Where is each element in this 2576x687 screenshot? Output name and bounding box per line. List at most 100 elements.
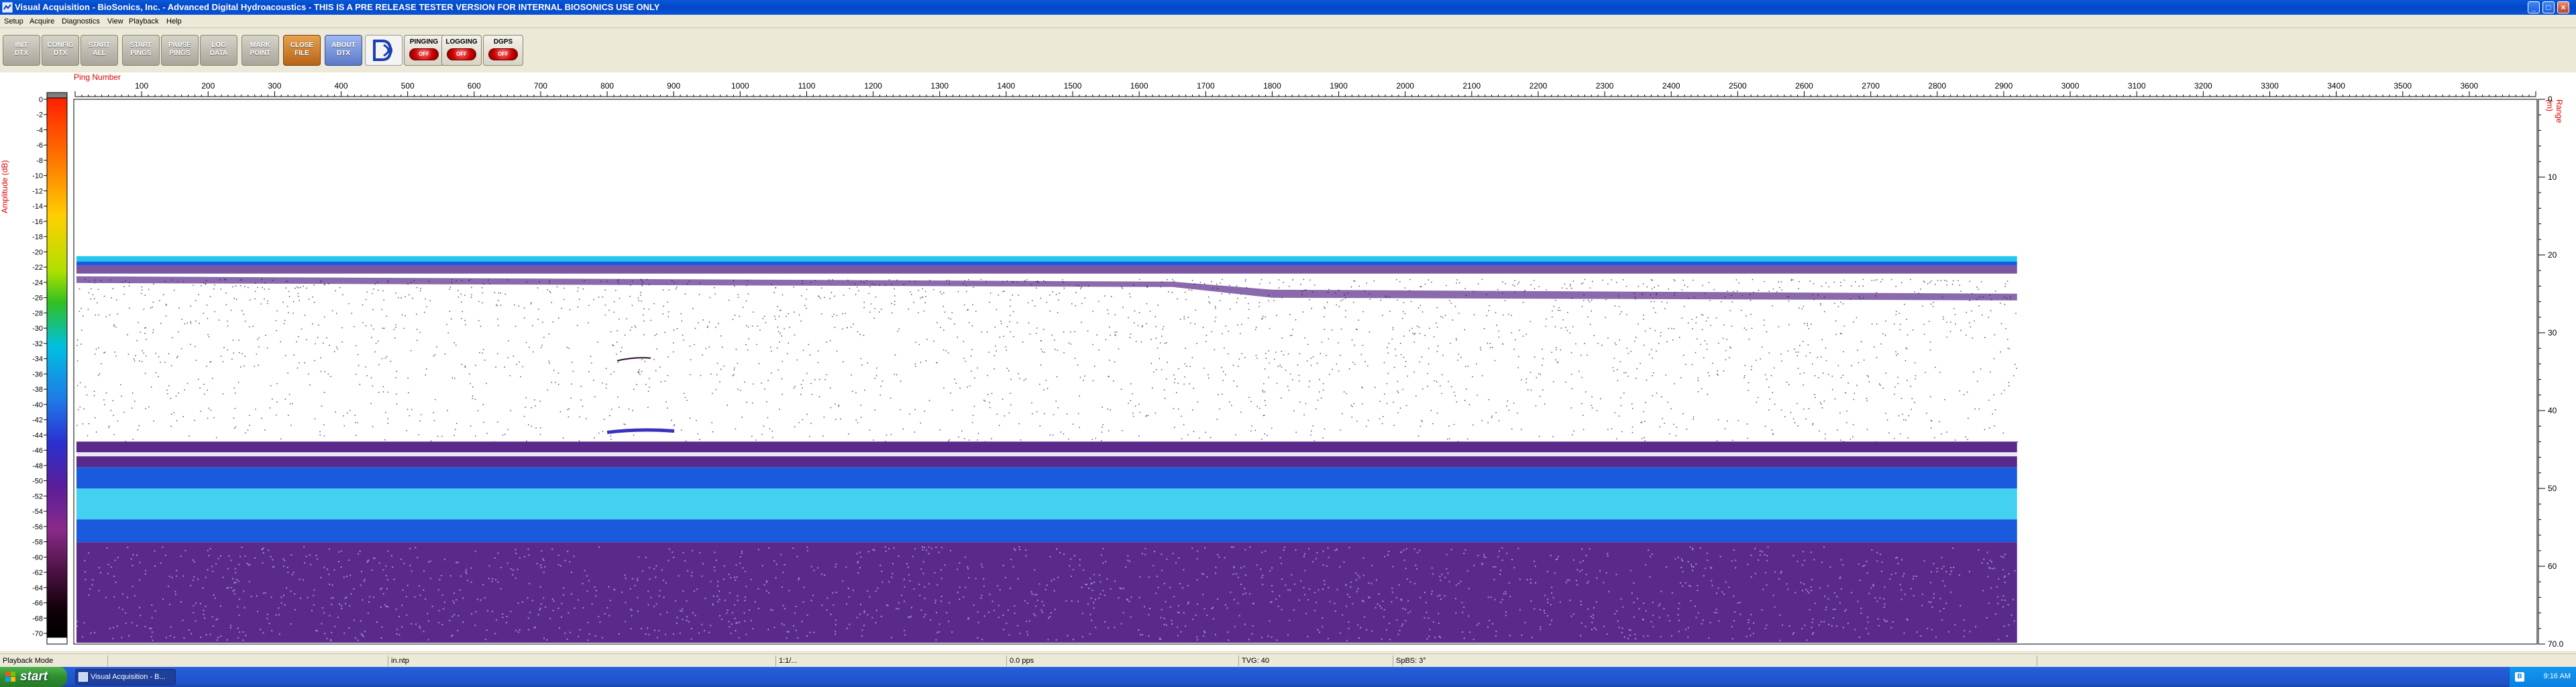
button-label: PINGS bbox=[169, 50, 191, 57]
log-data-button[interactable]: LOG DATA bbox=[200, 35, 237, 66]
status-units: in.ntp bbox=[388, 655, 775, 666]
surface-echo-band bbox=[76, 261, 2017, 266]
button-label: FILE bbox=[294, 50, 309, 57]
ping-tick-label: 1000 bbox=[731, 81, 749, 91]
button-label: CONFIG bbox=[47, 42, 74, 49]
minimize-button[interactable]: _ bbox=[2528, 1, 2540, 13]
ping-tick-label: 2900 bbox=[1995, 81, 2013, 91]
title-bar: Visual Acquisition - BioSonics, Inc. - A… bbox=[0, 0, 2576, 15]
menu-view[interactable]: View bbox=[107, 17, 123, 25]
amplitude-tick-label: -8 bbox=[36, 157, 43, 165]
ping-tick-label: 1500 bbox=[1064, 81, 1082, 91]
range-tick-label: 30 bbox=[2548, 328, 2557, 337]
mark-point-button[interactable]: MARK POINT bbox=[241, 35, 279, 66]
tray-app-icon[interactable]: B bbox=[2515, 672, 2524, 682]
range-tick-label: 20 bbox=[2548, 250, 2557, 260]
ping-tick-label: 2200 bbox=[1529, 81, 1548, 91]
close-file-button[interactable]: CLOSE FILE bbox=[283, 35, 321, 66]
pinging-indicator: PINGING OFF bbox=[404, 35, 444, 66]
amplitude-tick-label: -34 bbox=[32, 356, 43, 364]
echogram-chart[interactable]: 0 -2 -4 -6 -8 -10 -12 -14 -16 -18 -20 -22 -24 -26 -28 -… bbox=[0, 72, 2576, 651]
ping-tick-label: 1300 bbox=[930, 81, 949, 91]
close-window-button[interactable]: × bbox=[2557, 1, 2569, 13]
ping-tick-label: 3000 bbox=[2061, 81, 2080, 91]
ping-tick-label: 3100 bbox=[2128, 81, 2146, 91]
ping-tick-label: 900 bbox=[667, 81, 680, 91]
echogram-panel: Ping Number Amplitude (dB) Range (m) 0 -2… bbox=[0, 72, 2576, 651]
indicator-state: OFF bbox=[419, 51, 429, 57]
ping-tick-label: 500 bbox=[401, 81, 415, 91]
amplitude-tick-label: -54 bbox=[32, 508, 43, 516]
color-scale-bar bbox=[46, 97, 68, 638]
sub-bottom-band bbox=[76, 519, 2017, 543]
button-label: INIT bbox=[15, 42, 28, 49]
amplitude-tick-label: -40 bbox=[32, 401, 43, 409]
ping-tick-label: 3400 bbox=[2327, 81, 2345, 91]
amplitude-tick-label: -16 bbox=[32, 218, 43, 226]
amplitude-tick-label: -56 bbox=[32, 523, 43, 531]
button-label: DTX bbox=[337, 50, 350, 57]
amplitude-tick-label: -14 bbox=[32, 203, 43, 211]
menu-setup[interactable]: Setup bbox=[4, 17, 23, 25]
start-button[interactable]: start bbox=[0, 667, 67, 687]
ping-tick-label: 3600 bbox=[2461, 81, 2479, 91]
menu-help[interactable]: Help bbox=[166, 17, 182, 25]
button-label: ABOUT bbox=[331, 42, 356, 49]
amplitude-tick-label: -66 bbox=[32, 600, 43, 608]
amplitude-tick-label: -36 bbox=[32, 370, 43, 378]
amplitude-tick-label: -70 bbox=[32, 630, 43, 638]
amplitude-tick-label: -2 bbox=[36, 111, 43, 119]
button-label: ALL bbox=[93, 50, 106, 57]
biosonics-logo-button[interactable] bbox=[365, 35, 402, 66]
ping-tick-label: 1900 bbox=[1330, 81, 1348, 91]
ping-tick-label: 1100 bbox=[798, 81, 816, 91]
status-spbs: SpBS: 3° bbox=[1393, 655, 2037, 666]
sub-bottom-band bbox=[76, 488, 2017, 520]
init-dtx-button[interactable]: INIT DTX bbox=[3, 35, 40, 66]
ping-tick-label: 1200 bbox=[864, 81, 882, 91]
menu-playback[interactable]: Playback bbox=[129, 17, 159, 25]
maximize-button[interactable]: □ bbox=[2542, 1, 2555, 13]
amplitude-tick-label: -52 bbox=[32, 492, 43, 500]
indicator-label: LOGGING bbox=[445, 38, 478, 46]
amplitude-tick-label: -58 bbox=[32, 539, 43, 547]
pause-pings-button[interactable]: PAUSE PINGS bbox=[161, 35, 199, 66]
range-tick-label: 10 bbox=[2548, 172, 2557, 182]
amplitude-tick-label: -60 bbox=[32, 553, 43, 562]
ping-tick-label: 1800 bbox=[1263, 81, 1281, 91]
taskbar-item-visual-acquisition[interactable]: Visual Acquisition - B... bbox=[75, 669, 176, 685]
bottom-echo-gap bbox=[76, 452, 2017, 457]
start-label: start bbox=[20, 670, 48, 684]
status-rate: 0.0 pps bbox=[1006, 655, 1238, 666]
button-label: DTX bbox=[54, 50, 67, 57]
ping-tick-label: 400 bbox=[335, 81, 348, 91]
bottom-echo-band bbox=[76, 456, 2017, 468]
amplitude-tick-label: -12 bbox=[32, 187, 43, 195]
bottom-echo-line bbox=[76, 441, 2017, 453]
range-tick-label: 60 bbox=[2548, 562, 2557, 571]
menu-acquire[interactable]: Acquire bbox=[30, 17, 54, 25]
ping-tick-label: 2700 bbox=[1862, 81, 1880, 91]
ping-tick-label: 2100 bbox=[1462, 81, 1481, 91]
amplitude-tick-label: -62 bbox=[32, 569, 43, 577]
ping-tick-label: 100 bbox=[135, 81, 148, 91]
start-all-button[interactable]: START ALL bbox=[80, 35, 118, 66]
menu-diagnostics[interactable]: Diagnostics bbox=[62, 17, 100, 25]
app-icon bbox=[2, 2, 13, 13]
ping-tick-label: 1600 bbox=[1130, 81, 1148, 91]
taskbar-item-label: Visual Acquisition - B... bbox=[91, 673, 166, 681]
status-empty bbox=[2037, 655, 2576, 666]
config-dtx-button[interactable]: CONFIG DTX bbox=[42, 35, 79, 66]
amplitude-tick-label: -30 bbox=[32, 325, 43, 333]
menu-bar: Setup Acquire Diagnostics View Playback … bbox=[0, 15, 2576, 28]
ping-tick-label: 2500 bbox=[1729, 81, 1747, 91]
about-dtx-button[interactable]: ABOUT DTX bbox=[325, 35, 362, 66]
button-label: CLOSE bbox=[290, 42, 314, 49]
ping-tick-label: 700 bbox=[534, 81, 547, 91]
status-bar: Playback Mode in.ntp 1:1/... 0.0 pps TVG… bbox=[0, 653, 2576, 667]
amplitude-tick-label: -44 bbox=[32, 431, 43, 439]
amplitude-tick-label: -48 bbox=[32, 462, 43, 470]
status-empty bbox=[107, 655, 388, 666]
start-pings-button[interactable]: START PINGS bbox=[122, 35, 160, 66]
ping-tick-label: 1400 bbox=[998, 81, 1016, 91]
